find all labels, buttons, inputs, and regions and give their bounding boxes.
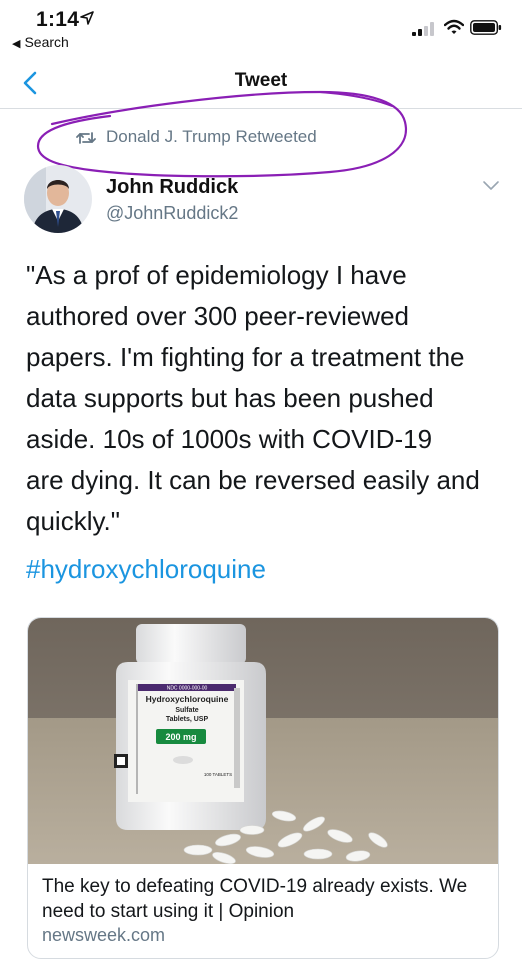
bottle-dose: 200 mg [165,732,196,742]
link-card[interactable]: NDC 0000-000-00 Hydroxychloroquine Sulfa… [27,617,499,959]
author-name[interactable]: John Ruddick [106,176,238,199]
avatar[interactable] [24,165,92,233]
bottle-label-sub1: Sulfate [175,707,198,714]
bottle-label-title: Hydroxychloroquine [146,694,229,704]
status-back-label: Search [24,34,69,50]
battery-icon [470,20,502,35]
retweet-icon [76,132,96,144]
chevron-down-icon[interactable] [482,178,500,192]
retweet-label[interactable]: Donald J. Trump Retweeted [106,127,317,147]
bottle-label-sub2: Tablets, USP [166,716,209,723]
svg-text:NDC 0000-000-00: NDC 0000-000-00 [167,686,208,692]
bottle-count: 100 TABLETS [204,772,232,777]
back-triangle-icon: ◀ [12,38,21,50]
tweet-text: "As a prof of epidemiology I have author… [26,260,480,536]
wifi-icon [444,19,464,34]
author-handle[interactable]: @JohnRuddick2 [106,203,238,224]
nav-divider [0,108,522,109]
location-arrow-icon [80,11,94,25]
avatar-photo [24,165,92,233]
card-title[interactable]: The key to defeating COVID-19 already ex… [42,874,482,924]
page-title: Tweet [234,70,288,91]
status-back-link[interactable]: ◀ Search [12,34,69,50]
hashtag-link[interactable]: #hydroxychloroquine [26,554,266,585]
card-domain: newsweek.com [42,925,166,945]
status-time: 1:14 [36,8,80,31]
card-image: NDC 0000-000-00 Hydroxychloroquine Sulfa… [28,618,498,864]
signal-bars-icon [412,22,434,36]
